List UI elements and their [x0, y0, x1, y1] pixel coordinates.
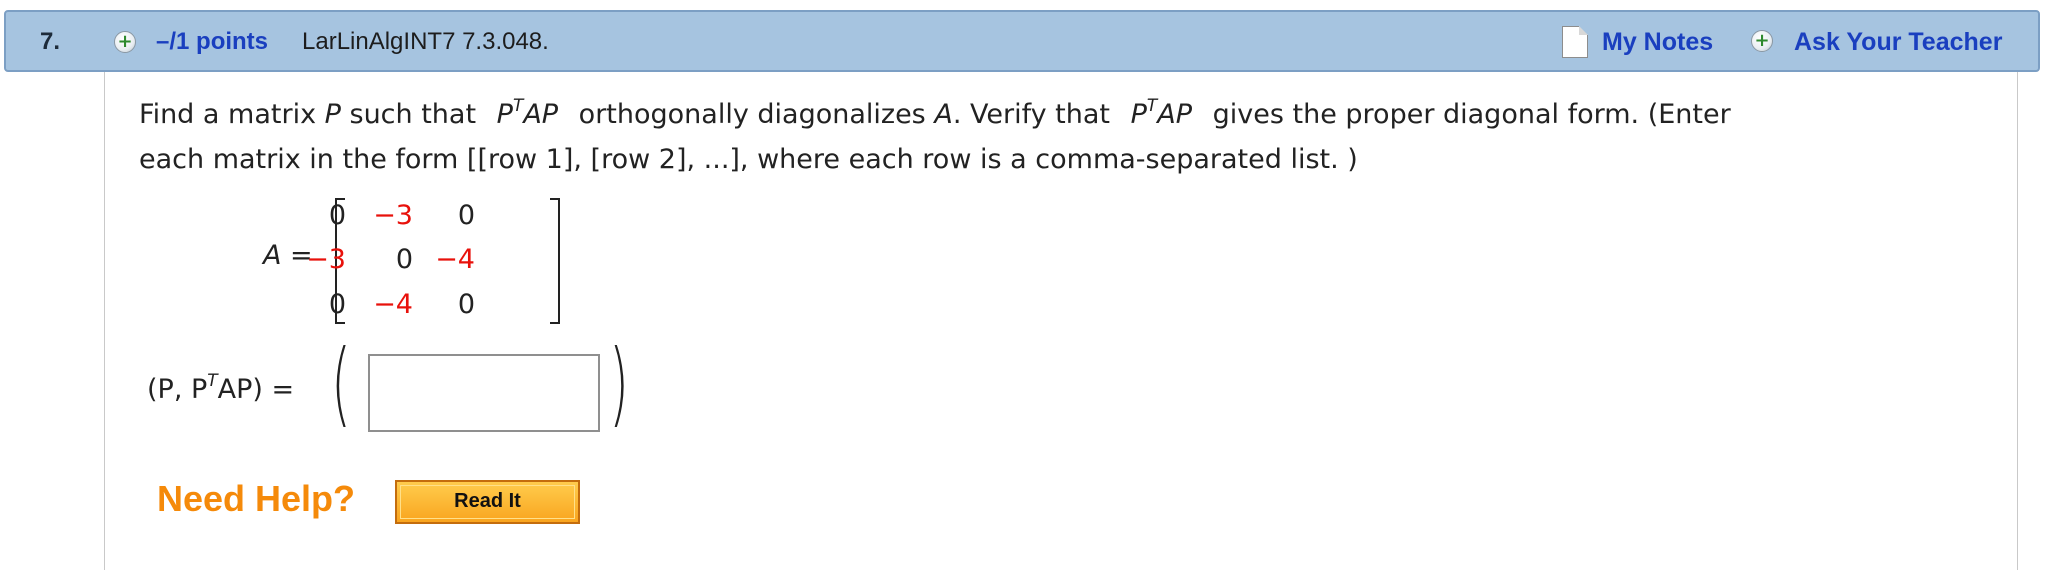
read-it-button[interactable]: Read It	[395, 480, 580, 524]
read-it-label: Read It	[454, 490, 521, 512]
matrix-cell: 0	[395, 244, 413, 275]
points-link[interactable]: –/1 points	[156, 28, 268, 56]
question-text-part: such that	[340, 99, 485, 130]
matrix-cell: −4	[373, 289, 413, 320]
question-text: Find a matrix P such that PTAP orthogona…	[139, 92, 1939, 182]
matrix-right-bracket	[550, 198, 560, 324]
question-text-part: Find a matrix	[139, 99, 325, 130]
ask-your-teacher-link[interactable]: Ask Your Teacher	[1794, 28, 2002, 57]
question-panel: Find a matrix P such that PTAP orthogona…	[104, 72, 2018, 570]
matrix-cell: −3	[373, 200, 413, 231]
matrix-cell: 0	[328, 200, 346, 231]
math-expr-ap: AP	[523, 99, 559, 130]
answer-label: (P, PTAP) =	[147, 371, 295, 406]
question-text-part: gives the proper diagonal form. (Enter	[1204, 99, 1731, 130]
math-expr-transpose: T	[512, 96, 524, 116]
question-text-part: orthogonally diagonalizes	[570, 99, 935, 130]
question-header: 7. + –/1 points LarLinAlgINT7 7.3.048. M…	[4, 10, 2040, 72]
question-text-part: . Verify that	[952, 99, 1119, 130]
answer-label-open: (P, P	[147, 374, 208, 405]
right-paren: )	[609, 330, 629, 437]
question-text-line2: each matrix in the form [[row 1], [row 2…	[139, 144, 1358, 175]
math-var-p: P	[324, 99, 341, 130]
matrix-cell: −3	[306, 244, 346, 275]
matrix-cell: 0	[457, 289, 475, 320]
question-source: LarLinAlgINT7 7.3.048.	[302, 28, 549, 55]
math-expr-p: P	[496, 99, 513, 130]
math-expr-transpose: T	[1146, 96, 1158, 116]
answer-label-transpose: T	[207, 371, 218, 391]
matrix-cell: 0	[457, 200, 475, 231]
need-help-label: Need Help?	[157, 478, 356, 519]
answer-input[interactable]	[368, 354, 600, 432]
note-icon[interactable]	[1562, 26, 1588, 58]
expand-plus-icon[interactable]: +	[114, 31, 136, 53]
matrix-cell: −4	[435, 244, 475, 275]
math-var-a: A	[934, 99, 953, 130]
math-expr-p: P	[1130, 99, 1147, 130]
left-paren: (	[331, 330, 351, 437]
my-notes-link[interactable]: My Notes	[1602, 28, 1713, 57]
math-expr-ap: AP	[1157, 99, 1193, 130]
question-number: 7.	[40, 28, 61, 55]
answer-label-close: AP) =	[217, 374, 295, 405]
matrix-cell: 0	[328, 289, 346, 320]
ask-teacher-plus-icon[interactable]: +	[1751, 30, 1773, 52]
